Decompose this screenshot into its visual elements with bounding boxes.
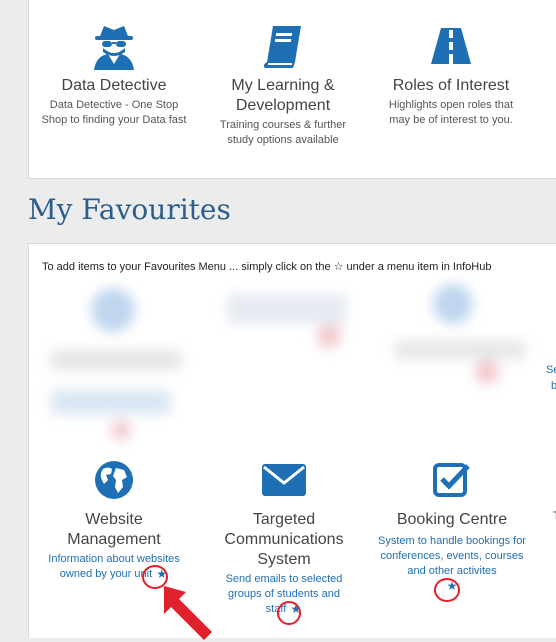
favourites-heading: My Favourites: [28, 193, 231, 226]
tile-roles-of-interest[interactable]: Roles of Interest Highlights open roles …: [378, 22, 524, 128]
checkbox-icon: [433, 463, 470, 497]
tile-learning-development[interactable]: My Learning & Development Training cours…: [209, 22, 357, 148]
annotation-arrow: [164, 586, 212, 640]
tile-data-detective[interactable]: Data Detective Data Detective - One Stop…: [41, 22, 187, 128]
annotation-circle: [277, 601, 301, 625]
fav-item-booking-centre[interactable]: Booking Centre System to handle bookings…: [377, 460, 527, 594]
tile-desc: Highlights open roles that may be of int…: [388, 99, 514, 126]
offscreen-text: Se: [546, 364, 556, 376]
tile-title: Roles of Interest: [392, 77, 510, 94]
offscreen-text: b: [551, 380, 556, 392]
annotation-circle: [434, 578, 460, 602]
top-panel: Data Detective Data Detective - One Stop…: [28, 0, 556, 179]
road-icon: [431, 28, 471, 64]
globe-icon: [95, 461, 133, 499]
fav-item-title: Booking Centre: [396, 511, 508, 528]
spy-icon: [94, 26, 134, 70]
blurred-tile: [41, 280, 191, 440]
favourites-panel: To add items to your Favourites Menu ...…: [28, 243, 556, 638]
envelope-icon: [262, 464, 306, 496]
favourites-intro: To add items to your Favourites Menu ...…: [42, 261, 492, 273]
tile-title: My Learning & Development: [231, 77, 335, 114]
tile-desc: Training courses & further study options…: [219, 119, 347, 146]
tile-desc: Data Detective - One Stop Shop to findin…: [41, 99, 187, 126]
fav-item-website-management[interactable]: Website Management Information about webs…: [39, 460, 189, 582]
blurred-tile: [217, 284, 357, 354]
fav-item-title: Targeted Communications System: [224, 511, 344, 568]
tile-title: Data Detective: [61, 77, 167, 94]
fav-item-desc-text: System to handle bookings for conference…: [378, 535, 526, 577]
fav-item-targeted-communications[interactable]: Targeted Communications System Send emails…: [209, 460, 359, 617]
book-icon: [263, 26, 301, 68]
fav-item-title: Website Management: [67, 511, 161, 548]
blurred-tile: [385, 280, 535, 390]
